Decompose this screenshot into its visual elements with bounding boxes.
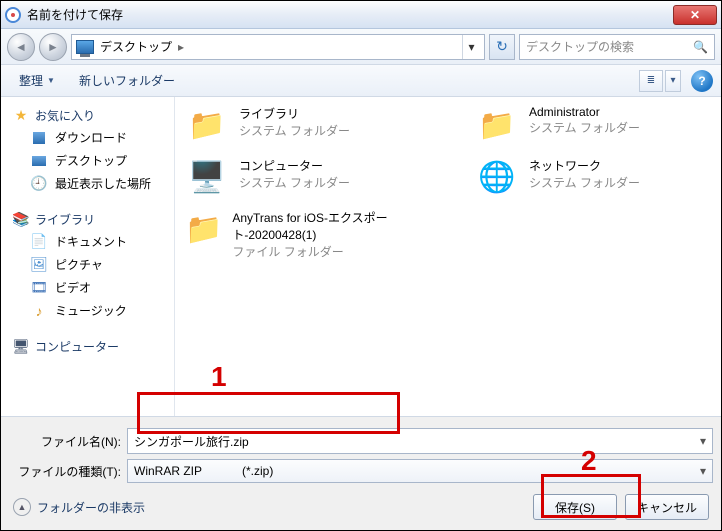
- desktop-icon: [76, 40, 94, 54]
- network-icon: 🌐: [475, 157, 519, 197]
- new-folder-button[interactable]: 新しいフォルダー: [69, 68, 185, 93]
- sidebar-item-videos[interactable]: 🎞ビデオ: [1, 276, 174, 299]
- document-icon: 📄: [31, 234, 47, 250]
- chevron-down-icon: ▼: [47, 76, 55, 85]
- sidebar-item-pictures[interactable]: 🖼ピクチャ: [1, 253, 174, 276]
- sidebar-item-music[interactable]: ♪ミュージック: [1, 299, 174, 322]
- filetype-combobox[interactable]: WinRAR ZIP (*.zip) ▾: [127, 459, 713, 483]
- file-list: 📁 ライブラリシステム フォルダー 🖥️ コンピューターシステム フォルダー 📁…: [175, 97, 721, 416]
- library-icon: 📚: [13, 212, 29, 228]
- back-button[interactable]: ◄: [7, 33, 35, 61]
- item-computer[interactable]: 🖥️ コンピューターシステム フォルダー: [185, 157, 435, 197]
- titlebar: 名前を付けて保存 ✕: [1, 1, 721, 29]
- computer-big-icon: 🖥️: [185, 157, 229, 197]
- picture-icon: 🖼: [31, 257, 47, 273]
- chevron-down-icon: ▾: [700, 464, 706, 478]
- computer-icon: 🖥: [13, 339, 29, 355]
- item-libraries[interactable]: 📁 ライブラリシステム フォルダー: [185, 105, 435, 145]
- filename-label: ファイル名(N):: [9, 433, 121, 450]
- forward-button[interactable]: ►: [39, 33, 67, 61]
- save-button[interactable]: 保存(S): [533, 494, 617, 520]
- star-icon: ★: [13, 108, 29, 124]
- item-anytrans-folder[interactable]: 📁 AnyTrans for iOS-エクスポート-20200428(1)ファイ…: [185, 209, 435, 260]
- cancel-button[interactable]: キャンセル: [625, 494, 709, 520]
- search-icon: 🔍: [693, 40, 708, 54]
- user-folder-icon: 📁: [475, 105, 519, 145]
- folder-hide-toggle[interactable]: ▲ フォルダーの非表示: [13, 498, 145, 516]
- sidebar-item-downloads[interactable]: ダウンロード: [1, 126, 174, 149]
- desktop-icon: [31, 153, 47, 169]
- view-controls: ≣ ▾: [639, 70, 681, 92]
- breadcrumb[interactable]: デスクトップ ▸ ▾: [71, 34, 485, 60]
- toolbar: 整理 ▼ 新しいフォルダー ≣ ▾ ?: [1, 65, 721, 97]
- view-mode-dropdown[interactable]: ▾: [665, 70, 681, 92]
- sidebar-item-documents[interactable]: 📄ドキュメント: [1, 230, 174, 253]
- sidebar-libraries-header[interactable]: 📚 ライブラリ: [1, 209, 174, 230]
- close-button[interactable]: ✕: [673, 5, 717, 25]
- save-dialog: 名前を付けて保存 ✕ ◄ ► デスクトップ ▸ ▾ ↻ デスクトップの検索 🔍 …: [0, 0, 722, 531]
- window-title: 名前を付けて保存: [27, 6, 673, 23]
- sidebar: ★ お気に入り ダウンロード デスクトップ 🕘最近表示した場所 📚 ライブラリ …: [1, 97, 175, 416]
- sidebar-item-recent[interactable]: 🕘最近表示した場所: [1, 172, 174, 195]
- recent-icon: 🕘: [31, 176, 47, 192]
- filetype-label: ファイルの種類(T):: [9, 463, 121, 480]
- dialog-body: ★ お気に入り ダウンロード デスクトップ 🕘最近表示した場所 📚 ライブラリ …: [1, 97, 721, 416]
- help-button[interactable]: ?: [691, 70, 713, 92]
- organize-button[interactable]: 整理 ▼: [9, 68, 65, 93]
- search-placeholder: デスクトップの検索: [526, 38, 634, 55]
- item-administrator[interactable]: 📁 Administratorシステム フォルダー: [475, 105, 675, 145]
- breadcrumb-location: デスクトップ: [100, 38, 172, 55]
- chevron-right-icon: ▸: [178, 40, 184, 54]
- download-icon: [31, 130, 47, 146]
- caret-up-icon: ▲: [13, 498, 31, 516]
- chrome-icon: [5, 7, 21, 23]
- library-folder-icon: 📁: [185, 105, 229, 145]
- sidebar-computer-header[interactable]: 🖥 コンピューター: [1, 336, 174, 357]
- folder-icon: 📁: [185, 209, 222, 249]
- bottom-panel: ファイル名(N): シンガポール旅行.zip ▾ ファイルの種類(T): Win…: [1, 416, 721, 530]
- refresh-button[interactable]: ↻: [489, 34, 515, 60]
- search-input[interactable]: デスクトップの検索 🔍: [519, 34, 715, 60]
- filename-input[interactable]: シンガポール旅行.zip ▾: [127, 428, 713, 454]
- item-network[interactable]: 🌐 ネットワークシステム フォルダー: [475, 157, 675, 197]
- nav-bar: ◄ ► デスクトップ ▸ ▾ ↻ デスクトップの検索 🔍: [1, 29, 721, 65]
- breadcrumb-dropdown[interactable]: ▾: [462, 35, 480, 59]
- sidebar-favorites-header[interactable]: ★ お気に入り: [1, 105, 174, 126]
- video-icon: 🎞: [31, 280, 47, 296]
- sidebar-item-desktop[interactable]: デスクトップ: [1, 149, 174, 172]
- view-mode-button[interactable]: ≣: [639, 70, 663, 92]
- music-icon: ♪: [31, 303, 47, 319]
- chevron-down-icon[interactable]: ▾: [700, 434, 706, 448]
